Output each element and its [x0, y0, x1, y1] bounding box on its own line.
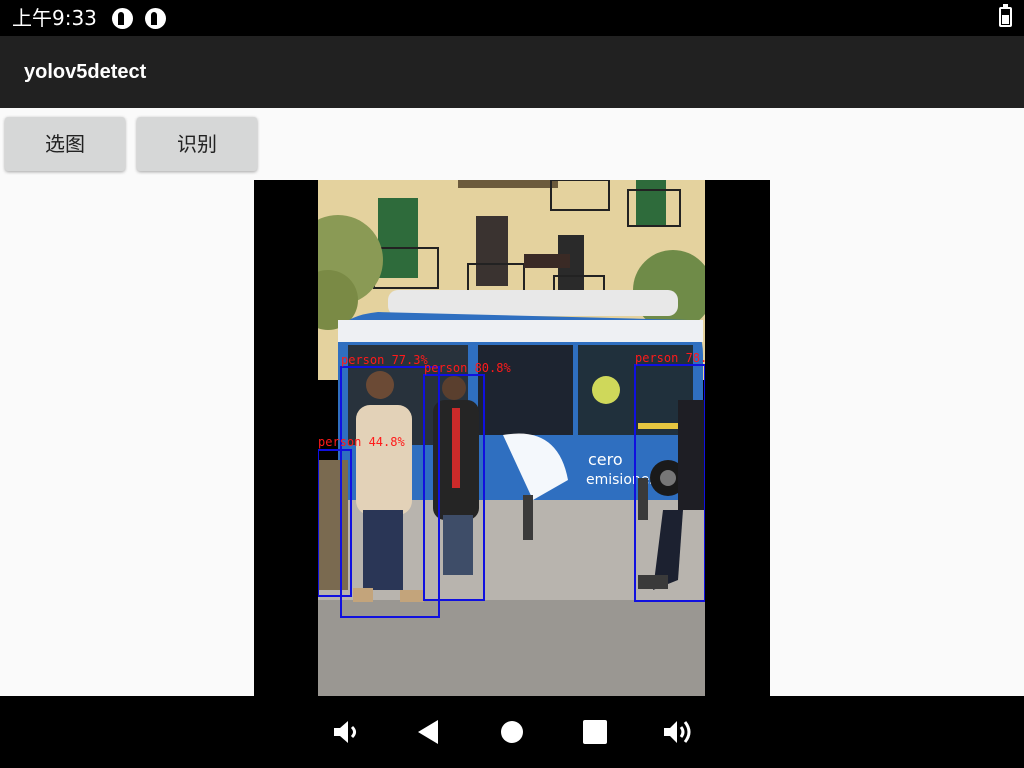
detection-label: person 78.1%: [635, 351, 705, 365]
recognize-button[interactable]: 识别: [137, 117, 257, 171]
detection-image-view: cero emisiones person 77.3% person 80.8%…: [254, 180, 770, 696]
photo-scene: cero emisiones person 77.3% person 80.8%…: [318, 180, 705, 696]
volume-down-icon[interactable]: [330, 716, 362, 748]
battery-icon: [999, 4, 1012, 27]
detection-label: person 80.8%: [424, 361, 511, 375]
navigation-bar: [0, 696, 1024, 768]
status-bar: 上午9:33: [0, 0, 1024, 36]
app-title: yolov5detect: [24, 61, 147, 83]
notification-icon: [112, 8, 133, 29]
svg-text:cero: cero: [588, 450, 623, 469]
status-time: 上午9:33: [12, 6, 97, 30]
home-icon[interactable]: [496, 716, 528, 748]
notification-icon: [145, 8, 166, 29]
back-icon[interactable]: [412, 716, 444, 748]
detection-label: person 77.3%: [341, 353, 428, 367]
select-image-button[interactable]: 选图: [5, 117, 125, 171]
app-screen: 上午9:33 yolov5detect 选图 识别 cero emisiones…: [0, 0, 1024, 768]
app-bar: yolov5detect: [0, 36, 1024, 108]
recents-icon[interactable]: [579, 716, 611, 748]
detection-photo: cero emisiones person 77.3% person 80.8%…: [318, 180, 705, 696]
detection-label: person 44.8%: [318, 435, 405, 449]
volume-up-icon[interactable]: [662, 716, 694, 748]
